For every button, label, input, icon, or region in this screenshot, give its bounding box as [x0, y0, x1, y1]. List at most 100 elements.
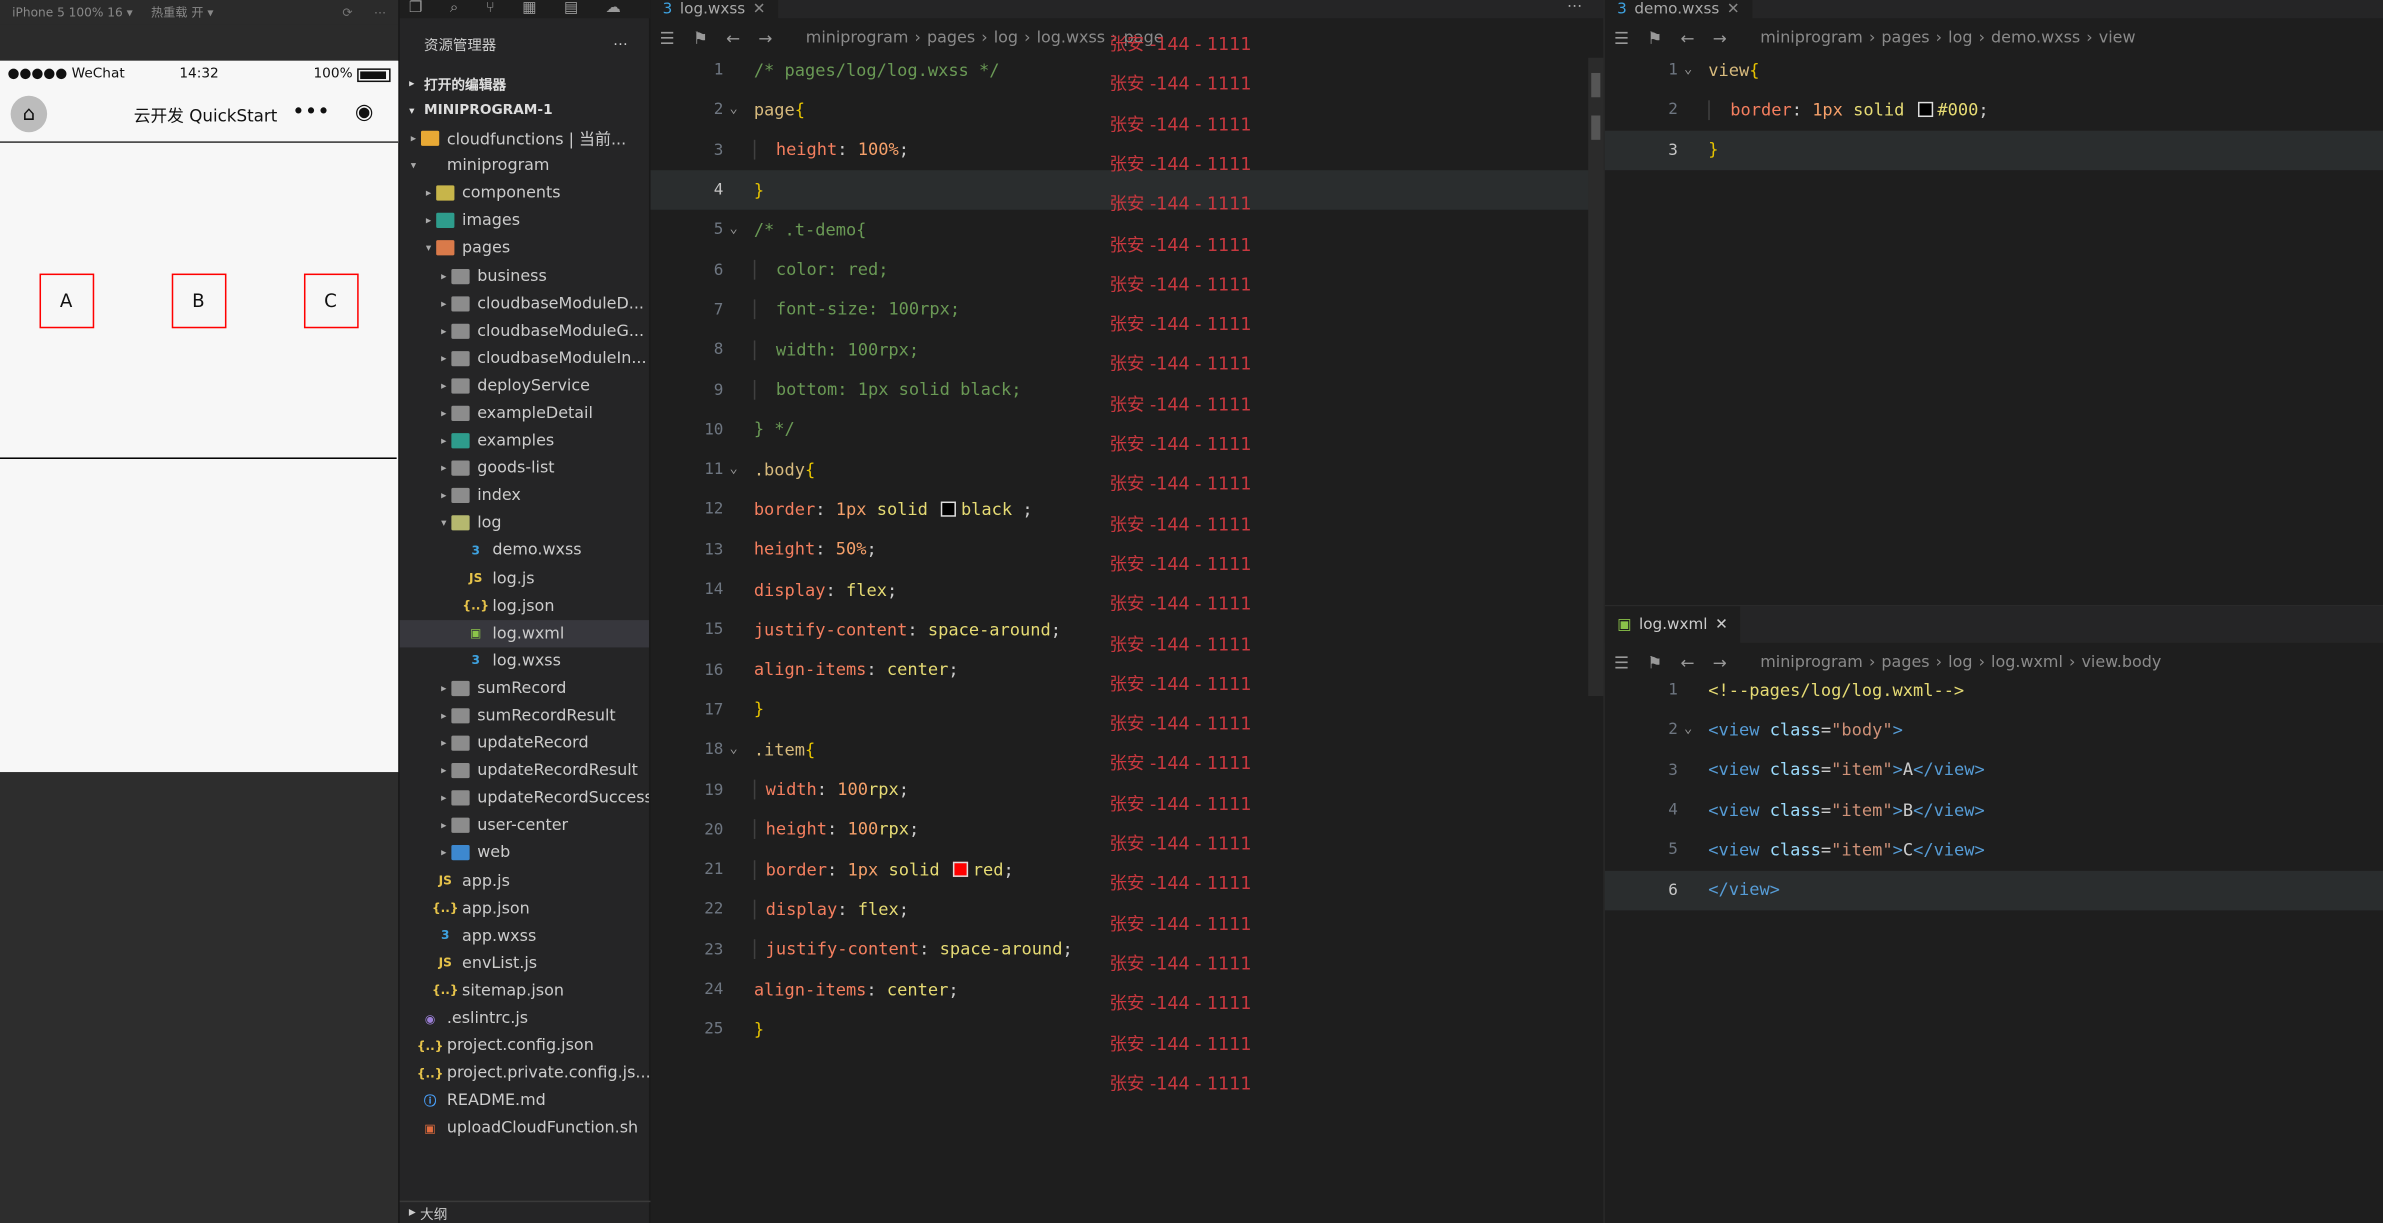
tab-log-wxml[interactable]: ▣ log.wxml ✕ — [1604, 606, 1741, 643]
tree-item[interactable]: ▸ updateRecordResult — [400, 757, 649, 784]
breadcrumb-segment[interactable]: log — [1948, 654, 1972, 672]
source-control-icon[interactable]: ⑂ — [486, 0, 495, 18]
tree-item[interactable]: 3 log.wxss — [400, 647, 649, 674]
scrollbar[interactable] — [1588, 57, 1604, 697]
breadcrumb-segment[interactable]: log.wxml — [1991, 654, 2063, 672]
code-line[interactable]: 5 <view class="item">C</view> — [1605, 830, 2383, 870]
code-line[interactable]: 2 border: 1px solid #000; — [1605, 90, 2383, 130]
tree-item[interactable]: ◉ .eslintrc.js — [400, 1005, 649, 1032]
debug-icon[interactable]: ▤ — [564, 0, 578, 18]
item-a[interactable]: A — [38, 272, 94, 328]
tree-item[interactable]: ▾ log — [400, 510, 649, 537]
tree-item[interactable]: ⓘ README.md — [400, 1087, 649, 1114]
hot-reload-toggle[interactable]: 热重载 开 ▾ — [151, 4, 213, 21]
project-section[interactable]: ▾ MINIPROGRAM-1 — [400, 97, 649, 124]
list-icon[interactable]: ☰ — [1614, 28, 1629, 48]
tree-item[interactable]: ▸ index — [400, 482, 649, 509]
tree-item[interactable]: 3 demo.wxss — [400, 537, 649, 564]
bookmark-icon[interactable]: ⚑ — [1647, 28, 1662, 48]
explorer-more-icon[interactable]: ⋯ — [613, 36, 627, 53]
chevron-down-icon[interactable]: ⌄ — [730, 102, 738, 117]
breadcrumb-segment[interactable]: pages — [927, 29, 975, 47]
tree-item[interactable]: ▸ exampleDetail — [400, 400, 649, 427]
code-line[interactable]: 1 <!--pages/log/log.wxml--> — [1605, 670, 2383, 710]
breadcrumb-segment[interactable]: log.wxss — [1037, 29, 1106, 47]
chevron-down-icon[interactable]: ⌄ — [1684, 63, 1692, 78]
breadcrumb-segment[interactable]: demo.wxss — [1991, 29, 2080, 47]
cloud-icon[interactable]: ☁ — [606, 0, 621, 18]
code-line[interactable]: 3 <view class="item">A</view> — [1605, 750, 2383, 790]
tree-item[interactable]: 3 app.wxss — [400, 922, 649, 949]
breadcrumb-segment[interactable]: pages — [1881, 29, 1929, 47]
code-line[interactable]: 2 ⌄ <view class="body"> — [1605, 710, 2383, 750]
tree-item[interactable]: ▸ cloudbaseModuleG... — [400, 317, 649, 344]
files-icon[interactable]: ❐ — [409, 0, 423, 18]
tree-item[interactable]: JS envList.js — [400, 950, 649, 977]
tree-item[interactable]: ▸ updateRecordSuccess — [400, 785, 649, 812]
tree-item[interactable]: ▸ cloudbaseModuleD... — [400, 290, 649, 317]
code-line[interactable]: 张安 -144 - 1111 — [650, 1073, 1603, 1129]
breadcrumb-segment[interactable]: view.body — [2081, 654, 2161, 672]
home-button[interactable]: ⌂ — [10, 95, 48, 133]
tree-item[interactable]: ▸ cloudfunctions | 当前... — [400, 125, 649, 152]
color-swatch[interactable] — [952, 861, 969, 877]
capsule-more-button[interactable]: ••• — [292, 100, 330, 124]
list-icon[interactable]: ☰ — [660, 28, 675, 48]
refresh-icon[interactable]: ⟳ — [342, 5, 352, 19]
tab-log-wxss[interactable]: 3 log.wxss ✕ — [650, 0, 778, 19]
tree-item[interactable]: {..} log.json — [400, 592, 649, 619]
breadcrumb-segment[interactable]: view — [2099, 29, 2136, 47]
tree-item[interactable]: {..} app.json — [400, 895, 649, 922]
chevron-down-icon[interactable]: ⌄ — [730, 742, 738, 757]
tree-item[interactable]: {..} sitemap.json — [400, 977, 649, 1004]
code-line[interactable]: 3} — [1604, 130, 2383, 171]
tree-item[interactable]: ▸ deployService — [400, 372, 649, 399]
code-line[interactable]: 6 </view> — [1604, 870, 2383, 911]
tree-item[interactable]: ▾ pages — [400, 235, 649, 262]
chevron-down-icon[interactable]: ⌄ — [1684, 723, 1692, 738]
tree-item[interactable]: ▸ business — [400, 262, 649, 289]
code-line[interactable]: 1 ⌄ view{ — [1605, 50, 2383, 90]
chevron-down-icon[interactable]: ⌄ — [730, 222, 738, 237]
editor-more-icon[interactable]: ⋯ — [1567, 0, 1582, 15]
breadcrumb-segment[interactable]: miniprogram — [1760, 654, 1863, 672]
item-b[interactable]: B — [170, 272, 226, 328]
bookmark-icon[interactable]: ⚑ — [693, 28, 708, 48]
tree-item[interactable]: JS app.js — [400, 867, 649, 894]
tree-item[interactable]: ▸ web — [400, 840, 649, 867]
tree-item[interactable]: ▸ goods-list — [400, 455, 649, 482]
back-icon[interactable]: ← — [726, 28, 740, 48]
breadcrumb-segment[interactable]: miniprogram — [806, 29, 909, 47]
breadcrumb-segment[interactable]: pages — [1881, 654, 1929, 672]
forward-icon[interactable]: → — [1713, 28, 1727, 48]
tree-item[interactable]: ▸ user-center — [400, 812, 649, 839]
breadcrumb-segment[interactable]: miniprogram — [1760, 29, 1863, 47]
color-swatch[interactable] — [1917, 101, 1933, 117]
back-icon[interactable]: ← — [1681, 28, 1695, 48]
tree-item[interactable]: ▸ examples — [400, 427, 649, 454]
tree-item[interactable]: {..} project.private.config.js... — [400, 1060, 649, 1087]
color-swatch[interactable] — [941, 501, 957, 517]
code-line[interactable]: 4 <view class="item">B</view> — [1605, 790, 2383, 830]
tree-item[interactable]: ▸ cloudbaseModuleIn... — [400, 345, 649, 372]
item-c[interactable]: C — [303, 272, 358, 328]
device-selector[interactable]: iPhone 5 100% 16 ▾ — [12, 5, 133, 19]
search-icon[interactable]: ⌕ — [450, 0, 459, 18]
tree-item[interactable]: ▾ miniprogram — [400, 152, 649, 179]
close-icon[interactable]: ✕ — [1727, 1, 1740, 18]
close-icon[interactable]: ✕ — [753, 1, 766, 18]
tree-item[interactable]: ▸ sumRecord — [400, 675, 649, 702]
extensions-icon[interactable]: ▦ — [522, 0, 536, 18]
tree-item[interactable]: ▣ uploadCloudFunction.sh — [400, 1115, 649, 1142]
tab-demo-wxss[interactable]: 3 demo.wxss ✕ — [1604, 0, 1752, 19]
tree-item[interactable]: {..} project.config.json — [400, 1032, 649, 1059]
tree-item[interactable]: ▣ log.wxml — [399, 619, 649, 648]
breadcrumb-segment[interactable]: log — [1948, 29, 1972, 47]
outline-section[interactable]: ▸ 大纲 — [399, 1200, 659, 1223]
tree-item[interactable]: JS log.js — [400, 565, 649, 592]
more-icon[interactable]: ⋯ — [374, 5, 386, 19]
tree-item[interactable]: ▸ images — [400, 207, 649, 234]
tree-item[interactable]: ▸ components — [400, 180, 649, 207]
close-icon[interactable]: ✕ — [1715, 616, 1728, 633]
open-editors-section[interactable]: ▸ 打开的编辑器 — [400, 70, 649, 97]
